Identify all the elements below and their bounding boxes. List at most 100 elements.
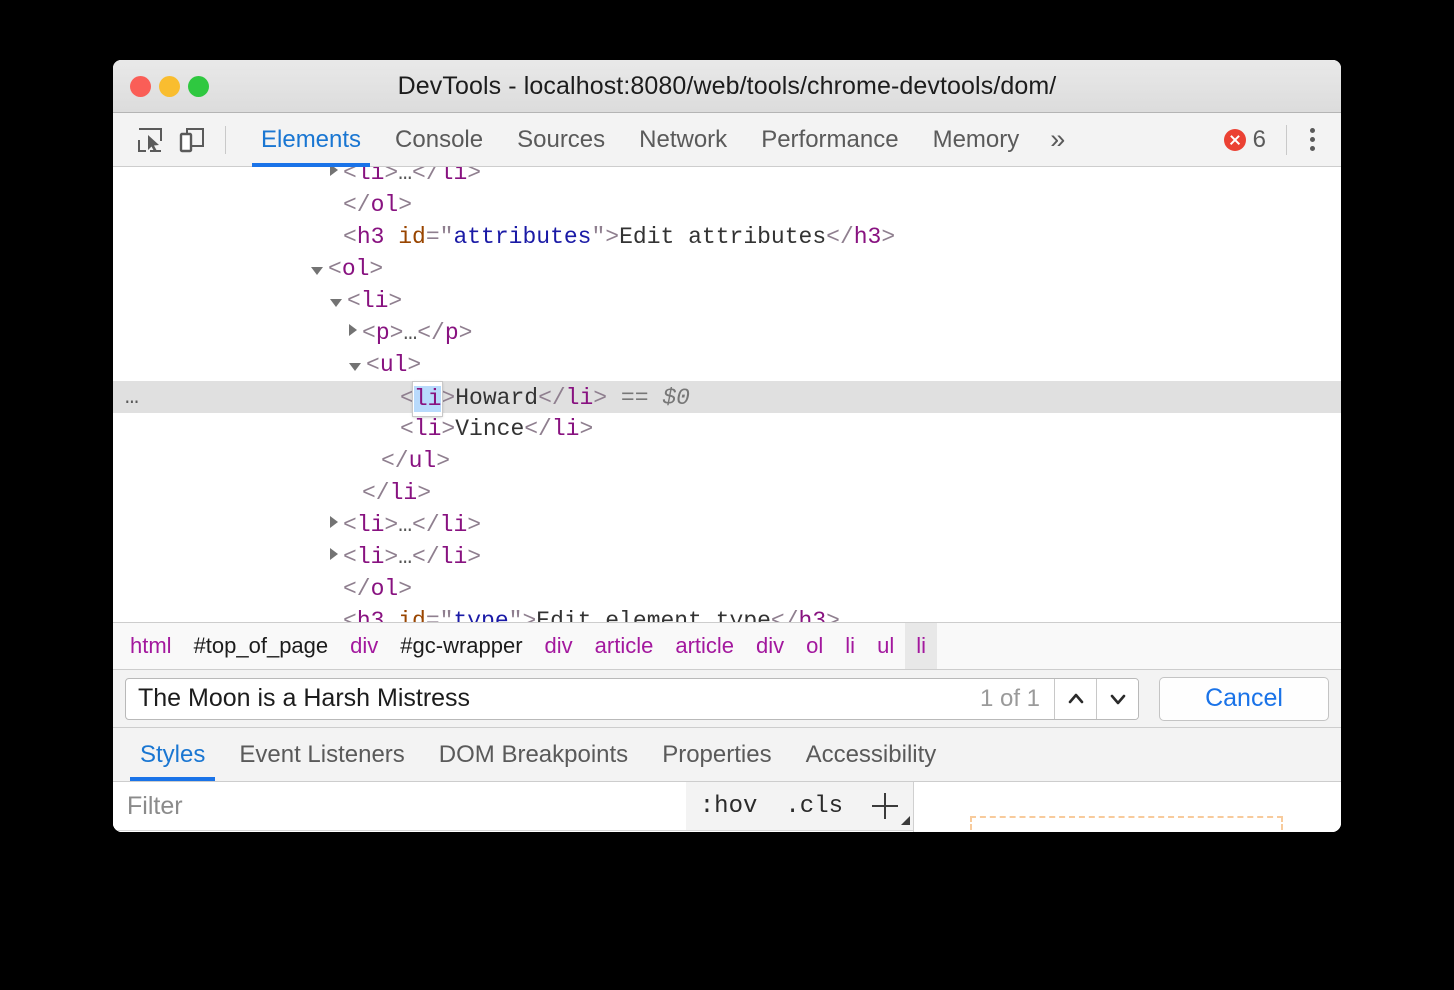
breadcrumb-item-ul[interactable]: ul — [866, 623, 905, 669]
tag-name-edit-value: li — [414, 386, 442, 412]
styles-rules-column: :hov .cls — [113, 782, 914, 832]
tab-styles-label: Styles — [140, 741, 205, 769]
breadcrumb-item-div[interactable]: div — [745, 623, 795, 669]
dom-token-tag: li — [440, 544, 468, 570]
styles-rules-list[interactable] — [113, 831, 913, 832]
dom-token-punct: </ — [343, 192, 371, 218]
tab-dom-breakpoints[interactable]: DOM Breakpoints — [422, 728, 645, 781]
dom-token-punct: > — [384, 544, 398, 570]
dom-node[interactable]: <h3 id="type">Edit element type</h3> — [113, 605, 1341, 622]
dom-token-tag: ul — [380, 352, 408, 378]
tab-console[interactable]: Console — [378, 113, 500, 167]
dom-token-tag: h3 — [357, 608, 385, 622]
dom-token-tag: h3 — [357, 224, 385, 250]
dom-token-punct: < — [400, 416, 414, 442]
tab-properties[interactable]: Properties — [645, 728, 788, 781]
hov-button[interactable]: :hov — [686, 793, 772, 820]
tab-network[interactable]: Network — [622, 113, 744, 167]
tab-sources-label: Sources — [517, 126, 605, 154]
node-overflow-ellipsis[interactable]: … — [125, 381, 140, 413]
styles-filter-input[interactable] — [113, 782, 686, 830]
breadcrumb-item-div[interactable]: div — [339, 623, 389, 669]
dom-node[interactable]: <li>…</li> — [113, 167, 1341, 189]
dom-token-punct: > — [579, 416, 593, 442]
tab-console-label: Console — [395, 126, 483, 154]
dom-node[interactable]: </li> — [113, 477, 1341, 509]
dom-token-punct: </ — [417, 320, 445, 346]
dom-node[interactable]: <ul> — [113, 349, 1341, 381]
maximize-button[interactable] — [188, 76, 209, 97]
breadcrumb-item-li[interactable]: li — [905, 623, 937, 669]
search-match-count: 1 of 1 — [966, 685, 1054, 713]
chevron-right-icon[interactable] — [349, 324, 357, 336]
breadcrumb-item-article[interactable]: article — [584, 623, 665, 669]
dom-token-punct: "> — [509, 608, 537, 622]
minimize-button[interactable] — [159, 76, 180, 97]
search-input[interactable] — [126, 684, 966, 713]
dom-token-punct: > — [436, 448, 450, 474]
dom-token-punct: </ — [343, 576, 371, 602]
chevron-down-icon[interactable] — [311, 267, 323, 275]
search-next-button[interactable] — [1096, 679, 1138, 719]
dom-token-tag: li — [414, 416, 442, 442]
toolbar-divider — [225, 126, 226, 154]
device-toolbar-icon[interactable] — [171, 119, 213, 161]
dom-token-punct: "> — [591, 224, 619, 250]
close-button[interactable] — [130, 76, 151, 97]
breadcrumb-item-topofpage[interactable]: #top_of_page — [183, 623, 340, 669]
plus-icon[interactable] — [857, 782, 913, 830]
tab-sources[interactable]: Sources — [500, 113, 622, 167]
dom-node[interactable]: <h3 id="attributes">Edit attributes</h3> — [113, 221, 1341, 253]
dom-tree[interactable]: <li>…</li></ol><h3 id="attributes">Edit … — [113, 167, 1341, 622]
dom-token-punct: > — [826, 608, 840, 622]
breadcrumb-item-ol[interactable]: ol — [795, 623, 834, 669]
more-tabs-icon[interactable]: » — [1036, 113, 1079, 167]
tab-performance[interactable]: Performance — [744, 113, 915, 167]
search-field[interactable]: 1 of 1 — [125, 678, 1139, 720]
dom-node[interactable]: <li>…</li> — [113, 509, 1341, 541]
error-icon — [1224, 129, 1246, 151]
tab-styles[interactable]: Styles — [123, 728, 222, 781]
inspect-element-icon[interactable] — [129, 119, 171, 161]
dom-node[interactable]: <ol> — [113, 253, 1341, 285]
chevron-right-icon[interactable] — [330, 548, 338, 560]
dom-token-punct: > — [384, 167, 398, 186]
window-titlebar: DevTools - localhost:8080/web/tools/chro… — [113, 60, 1341, 113]
tag-name-edit-field[interactable]: li — [413, 382, 443, 416]
dom-node[interactable]: </ol> — [113, 573, 1341, 605]
tab-accessibility[interactable]: Accessibility — [789, 728, 954, 781]
dom-node-selected[interactable]: …<li>Howard</li> == $0 — [113, 381, 1341, 413]
dom-token-punct: > — [441, 416, 455, 442]
dom-node[interactable]: </ul> — [113, 445, 1341, 477]
error-badge[interactable]: 6 — [1214, 126, 1276, 154]
breadcrumb-item-li[interactable]: li — [834, 623, 866, 669]
breadcrumb-item-gcwrapper[interactable]: #gc-wrapper — [389, 623, 533, 669]
search-prev-button[interactable] — [1054, 679, 1096, 719]
dom-node[interactable]: </ol> — [113, 189, 1341, 221]
tab-memory[interactable]: Memory — [916, 113, 1037, 167]
dom-token-punct: > — [388, 288, 402, 314]
chevron-down-icon[interactable] — [349, 363, 361, 371]
dom-token-punct: </ — [538, 385, 566, 411]
error-count: 6 — [1253, 126, 1266, 154]
dom-token-punct: > — [398, 192, 412, 218]
chevron-right-icon[interactable] — [330, 516, 338, 528]
tab-event-listeners[interactable]: Event Listeners — [222, 728, 421, 781]
cancel-button[interactable]: Cancel — [1159, 677, 1329, 721]
chevron-down-icon[interactable] — [330, 299, 342, 307]
breadcrumb-item-html[interactable]: html — [119, 623, 183, 669]
chevron-right-icon[interactable] — [330, 167, 338, 176]
kebab-menu-icon[interactable] — [1295, 119, 1329, 161]
breadcrumb-item-article[interactable]: article — [664, 623, 745, 669]
dom-node[interactable]: <li>Vince</li> — [113, 413, 1341, 445]
dom-node[interactable]: <p>…</p> — [113, 317, 1341, 349]
dom-token-dots: … — [403, 320, 417, 346]
tab-elements[interactable]: Elements — [244, 113, 378, 167]
cls-button[interactable]: .cls — [771, 793, 857, 820]
dom-node[interactable]: <li>…</li> — [113, 541, 1341, 573]
tab-dom-breakpoints-label: DOM Breakpoints — [439, 741, 628, 769]
dom-node[interactable]: <li> — [113, 285, 1341, 317]
breadcrumb-item-div[interactable]: div — [534, 623, 584, 669]
tab-performance-label: Performance — [761, 126, 898, 154]
panel-tab-list: Elements Console Sources Network Perform… — [244, 113, 1079, 167]
